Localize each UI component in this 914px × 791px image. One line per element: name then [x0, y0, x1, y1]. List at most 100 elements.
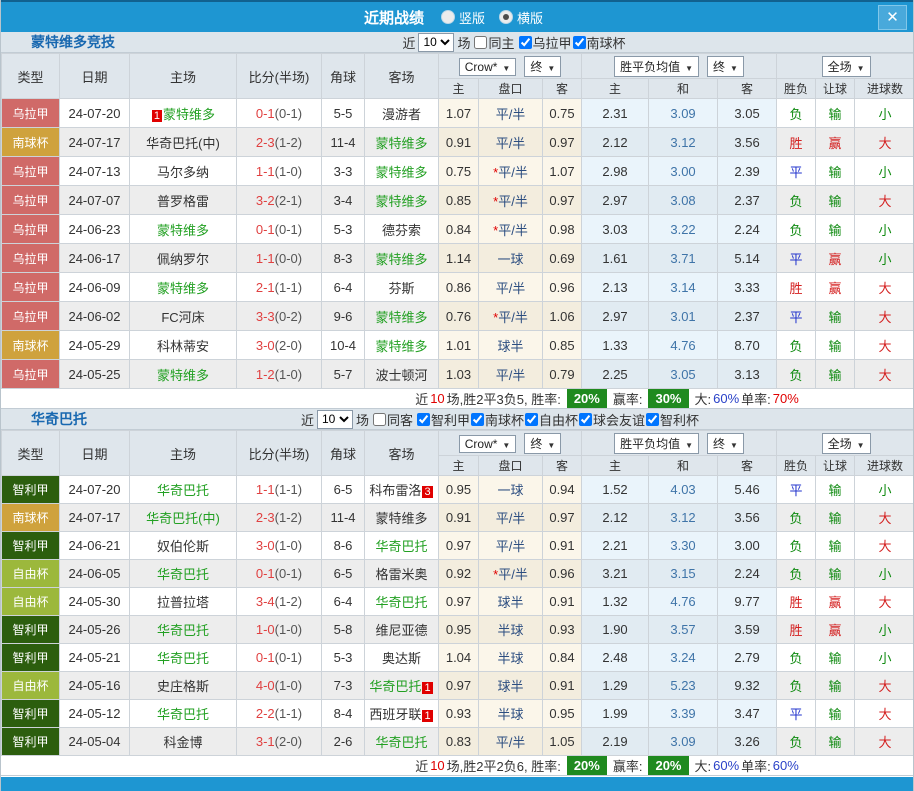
- same-venue-filter[interactable]: 同客: [372, 410, 413, 429]
- league-filter[interactable]: 球会友谊: [578, 410, 645, 429]
- full-match-dropdown[interactable]: 全场: [822, 56, 871, 77]
- half-score: (1-0): [275, 622, 302, 637]
- close-button[interactable]: ✕: [878, 5, 907, 30]
- summary-count: 10: [430, 758, 444, 773]
- sub-col-handicap: 盘口: [479, 456, 543, 476]
- away-team-cell: 蒙特维多: [365, 244, 439, 273]
- mean-home-cell: 1.90: [582, 616, 649, 644]
- league-filter[interactable]: 南球杯: [572, 33, 626, 52]
- result-cell: 平: [777, 476, 816, 504]
- score-cell: 2-1(1-1): [237, 273, 322, 302]
- result-cell: 负: [777, 99, 816, 128]
- full-match-dropdown[interactable]: 全场: [822, 433, 871, 454]
- odds-time-dropdown[interactable]: 终: [524, 56, 561, 77]
- league-filter[interactable]: 智利杯: [645, 410, 699, 429]
- mean-time-dropdown[interactable]: 终: [707, 433, 744, 454]
- radio-icon[interactable]: [441, 10, 455, 24]
- away-team-cell: 华奇巴托: [365, 588, 439, 616]
- match-count-select[interactable]: 10: [418, 33, 454, 52]
- home-team-cell: 华奇巴托: [130, 644, 237, 672]
- league-cell: 南球杯: [2, 128, 60, 157]
- half-score: (1-2): [275, 135, 302, 150]
- odds-source-dropdown[interactable]: Crow*: [459, 435, 517, 453]
- away-odds-cell: 0.91: [543, 588, 582, 616]
- score-cell: 0-1(0-1): [237, 644, 322, 672]
- half-score: (1-0): [275, 678, 302, 693]
- league-filter[interactable]: 智利甲: [416, 410, 470, 429]
- col-score: 比分(半场): [237, 431, 322, 476]
- big-rate-value: 60%: [713, 391, 739, 406]
- away-odds-cell: 1.07: [543, 157, 582, 186]
- half-score: (1-1): [275, 482, 302, 497]
- away-odds-cell: 0.97: [543, 186, 582, 215]
- league-cell: 自由杯: [2, 672, 60, 700]
- goals-result-cell: 大: [855, 672, 914, 700]
- col-type: 类型: [2, 431, 60, 476]
- table-header-row: 类型 日期 主场 比分(半场) 角球 客场 Crow*终 胜平负均值终 全场: [2, 54, 914, 79]
- goals-result-cell: 大: [855, 331, 914, 360]
- league-filter-label: 智利杯: [660, 410, 699, 429]
- league-checkbox[interactable]: [471, 413, 484, 426]
- home-team-name: 奴伯伦斯: [157, 539, 209, 554]
- match-count-select[interactable]: 10: [317, 410, 353, 429]
- result-cell: 平: [777, 157, 816, 186]
- home-team-name: 华奇巴托: [157, 707, 209, 722]
- handicap-value: 半球: [497, 623, 523, 638]
- away-team-name: 蒙特维多: [375, 310, 427, 325]
- league-checkbox[interactable]: [573, 36, 586, 49]
- league-filter[interactable]: 自由杯: [524, 410, 578, 429]
- home-team-name: 拉普拉塔: [157, 595, 209, 610]
- league-checkbox[interactable]: [519, 36, 532, 49]
- radio-icon[interactable]: [499, 10, 513, 24]
- score-cell: 1-2(1-0): [237, 360, 322, 389]
- mean-dropdown[interactable]: 胜平负均值: [614, 56, 699, 77]
- corners-cell: 11-4: [322, 128, 365, 157]
- home-team-cell: 华奇巴托(中): [130, 128, 237, 157]
- league-filter[interactable]: 乌拉甲: [518, 33, 572, 52]
- away-team-name: 华奇巴托: [375, 539, 427, 554]
- away-team-cell: 格雷米奥: [365, 560, 439, 588]
- mean-away-cell: 2.79: [718, 644, 777, 672]
- league-checkbox[interactable]: [417, 413, 430, 426]
- layout-option-vertical[interactable]: 竖版: [441, 8, 485, 27]
- mean-home-cell: 2.25: [582, 360, 649, 389]
- mean-draw-cell: 3.14: [649, 273, 718, 302]
- league-cell: 乌拉甲: [2, 360, 60, 389]
- corners-cell: 5-5: [322, 99, 365, 128]
- date-cell: 24-06-09: [60, 273, 130, 302]
- sub-col-mean-draw: 和: [649, 79, 718, 99]
- same-venue-label: 同主: [488, 33, 514, 52]
- date-cell: 24-05-16: [60, 672, 130, 700]
- same-venue-checkbox[interactable]: [373, 413, 386, 426]
- league-filter-label: 南球杯: [587, 33, 626, 52]
- full-score: 1-1: [256, 251, 275, 266]
- layout-option-horizontal[interactable]: 横版: [499, 8, 543, 27]
- mean-away-cell: 2.24: [718, 560, 777, 588]
- games-label: 场: [457, 33, 470, 52]
- league-checkbox[interactable]: [646, 413, 659, 426]
- home-team-cell: 普罗格雷: [130, 186, 237, 215]
- mean-dropdown[interactable]: 胜平负均值: [614, 433, 699, 454]
- away-team-cell: 蒙特维多: [365, 186, 439, 215]
- date-cell: 24-05-30: [60, 588, 130, 616]
- away-odds-cell: 1.06: [543, 302, 582, 331]
- away-team-name: 科布雷洛: [369, 483, 421, 498]
- league-filter[interactable]: 南球杯: [470, 410, 524, 429]
- same-venue-filter[interactable]: 同主: [473, 33, 514, 52]
- league-checkbox[interactable]: [525, 413, 538, 426]
- mean-away-cell: 2.39: [718, 157, 777, 186]
- handicap-cell: 球半: [479, 672, 543, 700]
- odds-source-dropdown[interactable]: Crow*: [459, 58, 517, 76]
- league-label: 乌拉甲: [12, 368, 48, 382]
- handicap-value: 一球: [497, 252, 523, 267]
- league-checkbox[interactable]: [579, 413, 592, 426]
- table-row: 智利甲24-05-21华奇巴托0-1(0-1)5-3奥达斯1.04半球0.842…: [2, 644, 914, 672]
- mean-time-dropdown[interactable]: 终: [707, 56, 744, 77]
- mean-home-cell: 1.61: [582, 244, 649, 273]
- same-venue-checkbox[interactable]: [474, 36, 487, 49]
- away-odds-cell: 0.95: [543, 700, 582, 728]
- league-cell: 智利甲: [2, 700, 60, 728]
- odds-time-dropdown[interactable]: 终: [524, 433, 561, 454]
- handicap-cell: *平/半: [479, 560, 543, 588]
- half-score: (2-0): [275, 734, 302, 749]
